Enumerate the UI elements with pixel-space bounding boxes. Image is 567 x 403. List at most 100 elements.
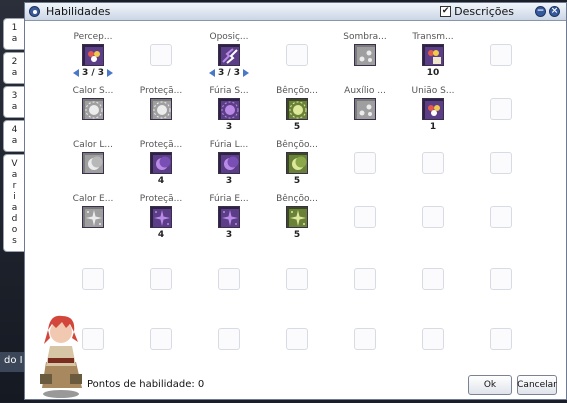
aid-icon[interactable] — [354, 98, 376, 120]
skill-cell[interactable]: Calor S... — [59, 76, 127, 134]
skill-cell[interactable]: Bênçõo... 5 — [263, 184, 331, 242]
shadow-icon[interactable] — [354, 44, 376, 66]
empty-skill-cell — [399, 306, 467, 364]
skill-level-value: 4 — [157, 230, 165, 240]
empty-slot — [150, 328, 172, 350]
empty-slot — [490, 328, 512, 350]
skill-name: Calor L... — [73, 140, 113, 150]
character-sprite — [36, 310, 86, 400]
skill-level: 5 — [294, 229, 300, 241]
minimize-button[interactable]: − — [535, 6, 546, 17]
perception-icon[interactable] — [82, 44, 104, 66]
transmission-icon[interactable] — [422, 44, 444, 66]
close-button[interactable]: × — [549, 6, 560, 17]
empty-slot — [422, 268, 444, 290]
empty-slot — [422, 328, 444, 350]
tab-4a[interactable]: 4a — [3, 120, 25, 152]
empty-skill-cell — [399, 184, 467, 242]
star-protection-icon[interactable] — [150, 206, 172, 228]
tab-variados[interactable]: Variados — [3, 154, 25, 252]
empty-slot — [422, 152, 444, 174]
opposition-icon[interactable] — [218, 44, 240, 66]
skill-name: Transm... — [412, 32, 454, 42]
moon-fury-icon[interactable] — [218, 152, 240, 174]
window-icon — [29, 6, 40, 17]
star-heat-icon[interactable] — [82, 206, 104, 228]
tab-label: 3a — [9, 91, 20, 113]
skill-cell[interactable]: Proteçã... 4 — [127, 184, 195, 242]
skill-cell[interactable]: Calor L... — [59, 130, 127, 188]
empty-slot — [490, 152, 512, 174]
empty-slot — [150, 44, 172, 66]
close-icon: × — [550, 6, 559, 16]
empty-skill-cell — [467, 246, 535, 304]
cancel-button[interactable]: Cancelar — [517, 375, 557, 395]
empty-slot — [490, 268, 512, 290]
sun-fury-icon[interactable] — [218, 98, 240, 120]
skill-cell[interactable]: Bênçõo... 5 — [263, 76, 331, 134]
empty-slot — [286, 328, 308, 350]
skill-level: 3 — [226, 229, 232, 241]
ok-button[interactable]: Ok — [468, 375, 512, 395]
empty-skill-cell — [467, 184, 535, 242]
skill-level-value: 3 — [225, 230, 233, 240]
sun-heat-icon[interactable] — [82, 98, 104, 120]
skill-name: Bênçõo... — [276, 194, 318, 204]
skill-name: União S... — [411, 86, 455, 96]
skill-name: Calor E... — [72, 194, 114, 204]
skill-name: Calor S... — [72, 86, 114, 96]
skill-name: Oposiç... — [209, 32, 249, 42]
moon-protection-icon[interactable] — [150, 152, 172, 174]
empty-slot — [82, 268, 104, 290]
empty-skill-cell — [331, 246, 399, 304]
sun-protection-icon[interactable] — [150, 98, 172, 120]
skill-name: Sombra... — [343, 32, 387, 42]
skill-cell[interactable]: Fúria S... 3 — [195, 76, 263, 134]
empty-skill-cell — [59, 246, 127, 304]
skill-cell[interactable]: União S... 1 — [399, 76, 467, 134]
tab-label: 4a — [9, 125, 20, 147]
skill-cell[interactable]: Fúria L... 3 — [195, 130, 263, 188]
tab-3a[interactable]: 3a — [3, 86, 25, 118]
minimize-icon: − — [536, 6, 545, 16]
skill-name: Fúria L... — [209, 140, 249, 150]
tab-2a[interactable]: 2a — [3, 52, 25, 84]
empty-skill-cell — [263, 246, 331, 304]
moon-blessing-icon[interactable] — [286, 152, 308, 174]
skill-cell[interactable]: Proteçã... — [127, 76, 195, 134]
empty-slot — [422, 206, 444, 228]
empty-skill-cell — [399, 130, 467, 188]
empty-slot — [490, 98, 512, 120]
skill-cell[interactable]: Sombra... — [331, 22, 399, 80]
empty-skill-cell — [263, 22, 331, 80]
skill-cell[interactable]: Oposiç... 3 / 3 — [195, 22, 263, 80]
empty-skill-cell — [195, 246, 263, 304]
tab-label: Variados — [9, 159, 20, 247]
title-bar[interactable]: Habilidades ✔ Descrições − × — [25, 3, 566, 21]
skill-cell[interactable]: Proteçã... 4 — [127, 130, 195, 188]
union-icon[interactable] — [422, 98, 444, 120]
skill-cell[interactable]: Fúria E... 3 — [195, 184, 263, 242]
star-fury-icon[interactable] — [218, 206, 240, 228]
star-blessing-icon[interactable] — [286, 206, 308, 228]
skill-cell[interactable]: Bênçõo... 5 — [263, 130, 331, 188]
skill-cell[interactable]: Calor E... — [59, 184, 127, 242]
skill-name: Percep... — [73, 32, 113, 42]
skill-level-value: 5 — [293, 230, 301, 240]
skill-cell[interactable]: Transm... 10 — [399, 22, 467, 80]
skill-cell[interactable]: Percep... 3 / 3 — [59, 22, 127, 80]
empty-slot — [218, 268, 240, 290]
skill-cell[interactable]: Auxílio ... — [331, 76, 399, 134]
footer: Pontos de habilidade: 0 Ok Cancelar — [25, 371, 566, 399]
empty-slot — [354, 206, 376, 228]
tab-1a[interactable]: 1a — [3, 18, 25, 50]
window-title: Habilidades — [46, 5, 111, 18]
skills-window: Habilidades ✔ Descrições − × Percep... 3 … — [24, 2, 567, 400]
moon-heat-icon[interactable] — [82, 152, 104, 174]
empty-slot — [286, 44, 308, 66]
descriptions-label: Descrições — [454, 5, 514, 18]
sun-blessing-icon[interactable] — [286, 98, 308, 120]
empty-slot — [490, 206, 512, 228]
empty-skill-cell — [467, 22, 535, 80]
descriptions-checkbox[interactable]: ✔ — [440, 6, 452, 17]
